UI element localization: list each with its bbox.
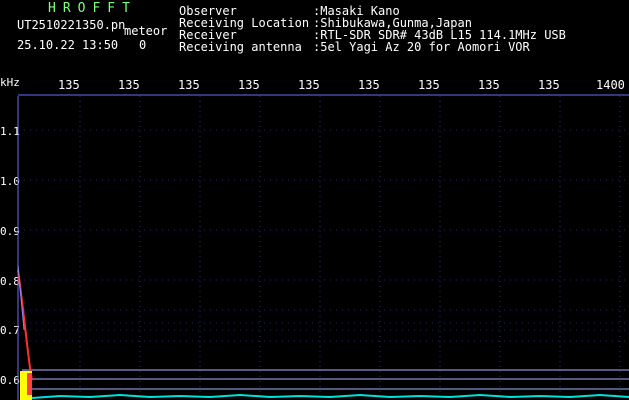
antenna-value: :5el Yagi Az 20 for Aomori VOR [313, 40, 530, 54]
mode-label: meteor [124, 24, 168, 38]
echo-count: 0 [139, 38, 147, 52]
antenna-label: Receiving antenna [179, 40, 302, 54]
carrier-lines [22, 369, 629, 390]
level-marker-peak [27, 373, 32, 395]
spectrogram-plot [17, 94, 629, 400]
vertical-grid [79, 96, 621, 400]
signal-trace-echo [17, 264, 25, 331]
timestamp: 25.10.22 13:50 [17, 38, 119, 52]
noise-baseline [31, 393, 629, 399]
file-name: UT2510221350.pn [17, 18, 126, 32]
header-panel: HROFFT UT2510221350.pn meteor 25.10.22 1… [0, 0, 629, 72]
horizontal-grid [18, 129, 629, 342]
app-title: HROFFT [48, 1, 137, 16]
